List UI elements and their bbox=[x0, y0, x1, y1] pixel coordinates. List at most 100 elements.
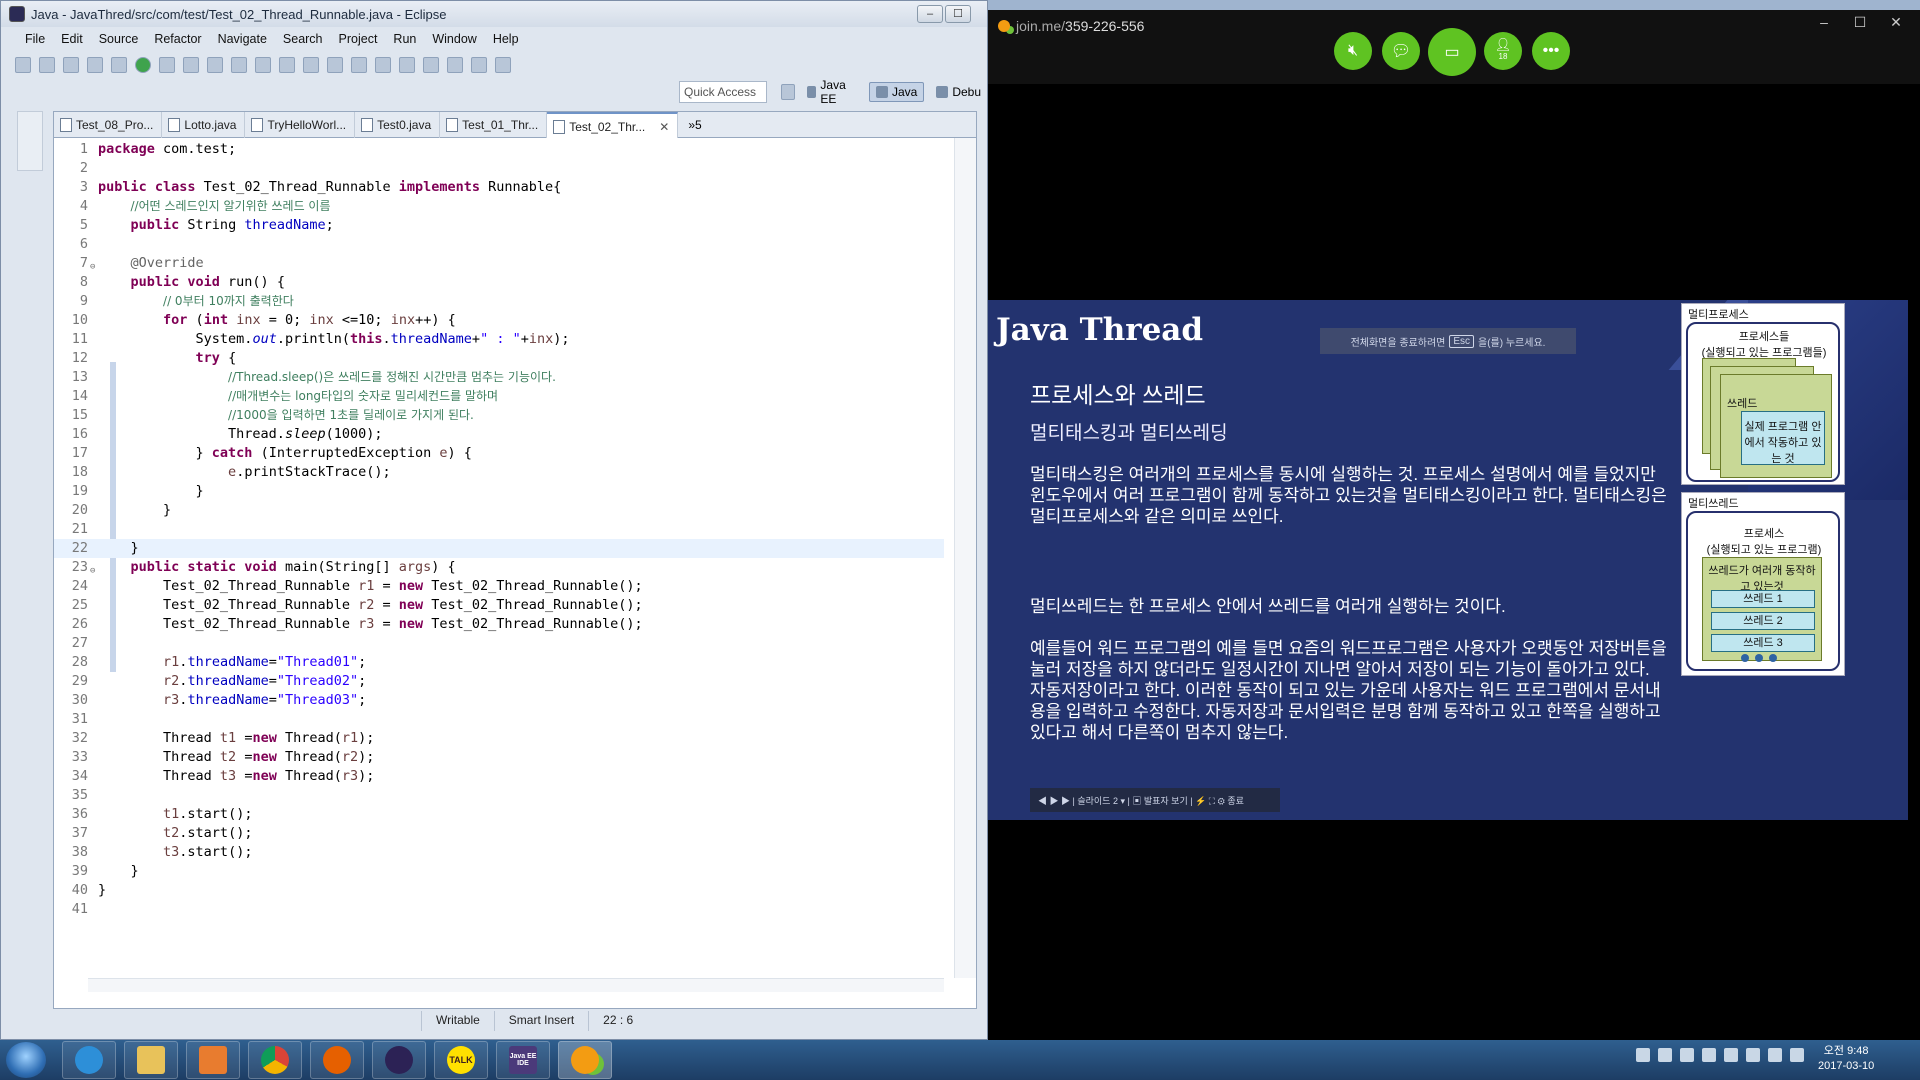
minimized-views-trim[interactable] bbox=[17, 111, 43, 171]
flag-icon[interactable] bbox=[1746, 1048, 1760, 1062]
menu-source[interactable]: Source bbox=[91, 32, 147, 46]
menu-file[interactable]: File bbox=[17, 32, 53, 46]
toggle-mark-occurrences-icon[interactable] bbox=[327, 57, 343, 73]
tab-tryhelloworld[interactable]: TryHelloWorl... bbox=[245, 112, 356, 138]
volume-icon[interactable] bbox=[1790, 1048, 1804, 1062]
taskbar-clock[interactable]: 오전 9:48 2017-03-10 bbox=[1818, 1044, 1874, 1074]
code-line: 17 } catch (InterruptedException e) { bbox=[71, 445, 472, 461]
code-line: 13 //Thread.sleep()은 쓰레드를 정해진 시간만큼 멈추는 기… bbox=[71, 369, 556, 385]
quick-access-field[interactable]: Quick Access bbox=[679, 81, 767, 103]
taskbar-explorer[interactable] bbox=[124, 1041, 178, 1079]
windows-taskbar: TALK Java EE IDE 오전 9:48 2017-03-10 bbox=[0, 1040, 1920, 1080]
taskbar-joinme[interactable] bbox=[558, 1041, 612, 1079]
previous-annotation-icon[interactable] bbox=[423, 57, 439, 73]
external-tools-icon[interactable] bbox=[159, 57, 175, 73]
code-line: 20 } bbox=[71, 502, 172, 518]
tray-expand-icon[interactable] bbox=[1724, 1048, 1738, 1062]
tab-test-01[interactable]: Test_01_Thr... bbox=[440, 112, 548, 138]
new-java-project-icon[interactable] bbox=[183, 57, 199, 73]
last-edit-location-icon[interactable] bbox=[447, 57, 463, 73]
tab-lotto[interactable]: Lotto.java bbox=[162, 112, 246, 138]
perspective-debug[interactable]: Debu bbox=[930, 83, 987, 101]
vertical-scrollbar[interactable] bbox=[954, 138, 976, 978]
code-line: 35 bbox=[71, 787, 88, 803]
code-line: 36 t1.start(); bbox=[71, 806, 253, 822]
forward-icon[interactable] bbox=[495, 57, 511, 73]
taskbar-javaee-ide[interactable]: Java EE IDE bbox=[496, 1041, 550, 1079]
java-file-icon bbox=[251, 118, 264, 132]
menu-navigate[interactable]: Navigate bbox=[210, 32, 275, 46]
hanja-icon[interactable] bbox=[1680, 1048, 1694, 1062]
mute-button[interactable]: 🔇︎ bbox=[1334, 32, 1372, 70]
taskbar-media[interactable] bbox=[186, 1041, 240, 1079]
menu-window[interactable]: Window bbox=[424, 32, 484, 46]
taskbar-firefox[interactable] bbox=[310, 1041, 364, 1079]
code-line: 9 // 0부터 10까지 출력한다 bbox=[79, 293, 294, 309]
participants-button[interactable]: 👤︎ 18 bbox=[1484, 32, 1522, 70]
chat-button[interactable]: 💬︎ bbox=[1382, 32, 1420, 70]
tab-overflow-button[interactable]: »5 bbox=[678, 112, 709, 137]
taskbar-eclipse[interactable] bbox=[372, 1041, 426, 1079]
explorer-icon bbox=[137, 1046, 165, 1074]
maximize-button[interactable]: ☐ bbox=[945, 5, 971, 23]
next-annotation-icon[interactable] bbox=[399, 57, 415, 73]
search-icon[interactable] bbox=[303, 57, 319, 73]
save-icon[interactable] bbox=[39, 57, 55, 73]
media-icon bbox=[199, 1046, 227, 1074]
print-icon[interactable] bbox=[87, 57, 103, 73]
code-area[interactable]: 1 package com.test; 2 3 public class Test_… bbox=[54, 138, 944, 978]
open-type-icon[interactable] bbox=[255, 57, 271, 73]
chrome-icon bbox=[261, 1046, 289, 1074]
minimize-button[interactable]: – bbox=[917, 5, 943, 23]
save-all-icon[interactable] bbox=[63, 57, 79, 73]
editor-tab-bar: Test_08_Pro... Lotto.java TryHelloWorl..… bbox=[54, 112, 976, 138]
new-icon[interactable] bbox=[15, 57, 31, 73]
more-button[interactable]: ••• bbox=[1532, 32, 1570, 70]
joinme-close-button[interactable]: ✕ bbox=[1882, 14, 1910, 31]
back-icon[interactable] bbox=[471, 57, 487, 73]
taskbar-kakaotalk[interactable]: TALK bbox=[434, 1041, 488, 1079]
menu-edit[interactable]: Edit bbox=[53, 32, 91, 46]
code-line: 30 r3.threadName="Thread03"; bbox=[71, 692, 367, 708]
slide-paragraph: 예를들어 워드 프로그램의 예를 들면 요즘의 워드프로그램은 사용자가 오랫동… bbox=[1030, 639, 1667, 742]
start-button[interactable] bbox=[6, 1042, 46, 1078]
tab-test0[interactable]: Test0.java bbox=[355, 112, 441, 138]
monitor-icon[interactable] bbox=[1768, 1048, 1782, 1062]
java-file-icon bbox=[168, 118, 181, 132]
tab-test-08[interactable]: Test_08_Pro... bbox=[54, 112, 163, 138]
debug-icon[interactable] bbox=[111, 57, 127, 73]
screen-share-button[interactable]: ▭ bbox=[1428, 28, 1476, 76]
open-task-icon[interactable] bbox=[279, 57, 295, 73]
status-insert-mode: Smart Insert bbox=[493, 1011, 588, 1031]
joinme-minimize-button[interactable]: – bbox=[1810, 14, 1838, 30]
joinme-maximize-button[interactable]: ☐ bbox=[1846, 14, 1874, 31]
network-icon[interactable] bbox=[1636, 1048, 1650, 1062]
joinme-logo-icon bbox=[998, 20, 1010, 32]
open-perspective-icon[interactable] bbox=[781, 84, 795, 100]
java-editor: Test_08_Pro... Lotto.java TryHelloWorl..… bbox=[53, 111, 977, 1009]
run-icon[interactable] bbox=[135, 57, 151, 73]
ime-icon[interactable] bbox=[1658, 1048, 1672, 1062]
menu-run[interactable]: Run bbox=[385, 32, 424, 46]
multiprocess-diagram: 멀티프로세스 프로세스들 (실행되고 있는 프로그램들) 쓰레드 실제 프로그램… bbox=[1681, 303, 1845, 485]
help-icon[interactable] bbox=[1702, 1048, 1716, 1062]
perspective-java[interactable]: Java bbox=[868, 82, 925, 102]
horizontal-scrollbar[interactable] bbox=[88, 978, 944, 992]
tab-test-02-active[interactable]: Test_02_Thr... ✕ bbox=[547, 112, 679, 138]
taskbar-chrome[interactable] bbox=[248, 1041, 302, 1079]
menu-help[interactable]: Help bbox=[485, 32, 527, 46]
perspective-java-ee[interactable]: Java EE bbox=[801, 76, 863, 108]
toggle-block-selection-icon[interactable] bbox=[351, 57, 367, 73]
new-package-icon[interactable] bbox=[207, 57, 223, 73]
slideshow-controls[interactable]: ◀ ▶ ▶ | 슬라이드 2 ▾ | ▣ 발표자 보기 | ⚡ ⛶ ⚙ 종료 bbox=[1030, 788, 1280, 812]
joinme-icon bbox=[571, 1046, 599, 1074]
menu-refactor[interactable]: Refactor bbox=[146, 32, 209, 46]
show-whitespace-icon[interactable] bbox=[375, 57, 391, 73]
taskbar-ie[interactable] bbox=[62, 1041, 116, 1079]
menu-search[interactable]: Search bbox=[275, 32, 331, 46]
menu-project[interactable]: Project bbox=[331, 32, 386, 46]
code-line: 1 package com.test; bbox=[79, 141, 237, 157]
code-line: 33 Thread t2 =new Thread(r2); bbox=[71, 749, 375, 765]
new-class-icon[interactable] bbox=[231, 57, 247, 73]
close-tab-icon[interactable]: ✕ bbox=[659, 120, 669, 134]
